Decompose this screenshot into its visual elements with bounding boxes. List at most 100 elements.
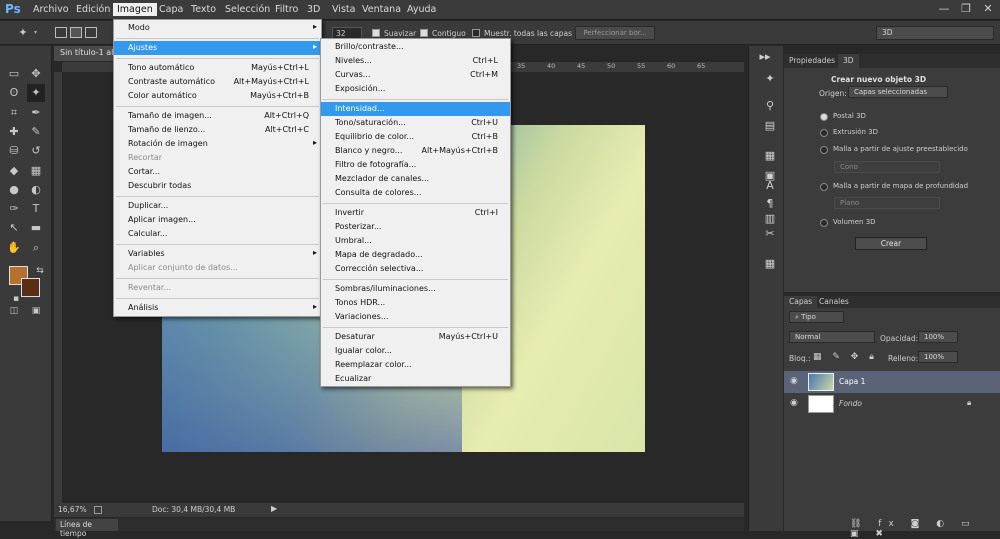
- source-select[interactable]: Capas seleccionadas: [848, 86, 948, 98]
- menu-item[interactable]: Cortar...: [114, 165, 321, 179]
- tab-channels[interactable]: Canales: [814, 296, 854, 308]
- dodge-tool-icon[interactable]: ◐: [27, 181, 45, 199]
- menu-item[interactable]: Umbral...: [321, 234, 510, 248]
- swatches-icon[interactable]: ▦: [760, 255, 780, 273]
- lasso-tool-icon[interactable]: ʘ: [5, 84, 23, 102]
- menu-item[interactable]: Niveles... Ctrl+L: [321, 54, 510, 68]
- menu-ventana[interactable]: Ventana: [358, 3, 405, 16]
- menu-ayuda[interactable]: Ayuda: [403, 3, 440, 16]
- radio-option[interactable]: [820, 146, 828, 154]
- menu-item[interactable]: Color automático Mayús+Ctrl+B: [114, 89, 321, 103]
- minimize-button[interactable]: —: [935, 2, 953, 16]
- tab-3d[interactable]: 3D: [838, 54, 859, 68]
- layers-footer-icons[interactable]: ⛓ fx ◙ ◐ ▭ ▣ ✖: [850, 519, 1000, 539]
- sample-all-checkbox[interactable]: [472, 29, 480, 37]
- menu-item[interactable]: Aplicar imagen...: [114, 213, 321, 227]
- menu-vista[interactable]: Vista: [328, 3, 359, 16]
- menu-item[interactable]: Tono automático Mayús+Ctrl+L: [114, 61, 321, 75]
- menu-filtro[interactable]: Filtro: [271, 3, 302, 16]
- hand-tool-icon[interactable]: ✋: [5, 239, 23, 257]
- menu-item[interactable]: Tonos HDR...: [321, 296, 510, 310]
- restore-button[interactable]: ❐: [957, 2, 975, 16]
- layer-row[interactable]: ◉ Capa 1: [784, 371, 1000, 393]
- doc-info-icon[interactable]: [94, 506, 102, 514]
- menu-item[interactable]: Análisis ▸: [114, 301, 321, 315]
- menu-item[interactable]: Intensidad...: [321, 102, 510, 116]
- eyedropper-tool-icon[interactable]: ✒: [27, 104, 45, 122]
- screen-mode-icon[interactable]: ▣: [27, 302, 45, 320]
- marquee-tool-icon[interactable]: ▭: [5, 65, 23, 83]
- menu-item[interactable]: Ecualizar: [321, 372, 510, 386]
- menu-item[interactable]: Duplicar...: [114, 199, 321, 213]
- menu-item[interactable]: Recortar: [114, 151, 321, 165]
- quick-mask-icon[interactable]: ◫: [5, 302, 23, 320]
- menu-item[interactable]: Tamaño de imagen... Alt+Ctrl+Q: [114, 109, 321, 123]
- blur-tool-icon[interactable]: ●: [5, 181, 23, 199]
- path-select-icon[interactable]: ↖: [5, 219, 23, 237]
- layer-filter-select[interactable]: ⌕ Tipo: [789, 311, 844, 323]
- antialias-checkbox[interactable]: [372, 29, 380, 37]
- menu-capa[interactable]: Capa: [155, 3, 187, 16]
- status-arrow-icon[interactable]: ▶: [271, 504, 277, 513]
- new-selection-icon[interactable]: [55, 27, 67, 38]
- zoom-tool-icon[interactable]: ⌕: [27, 239, 45, 257]
- adjustments-icon[interactable]: ▦: [760, 147, 780, 165]
- menu-seleccion[interactable]: Selección: [221, 3, 274, 16]
- history-brush-icon[interactable]: ↺: [27, 142, 45, 160]
- menu-item[interactable]: Consulta de colores...: [321, 186, 510, 200]
- menu-item[interactable]: Reventar...: [114, 281, 321, 295]
- layer-name[interactable]: Capa 1: [839, 377, 865, 386]
- move-tool-icon[interactable]: ✥: [27, 65, 45, 83]
- add-selection-icon[interactable]: [70, 27, 82, 38]
- lock-icons[interactable]: ▦ ✎ ✥ 🔒︎: [813, 352, 878, 362]
- menu-item[interactable]: Tamaño de lienzo... Alt+Ctrl+C: [114, 123, 321, 137]
- menu-item[interactable]: Mezclador de canales...: [321, 172, 510, 186]
- background-color-swatch[interactable]: [21, 278, 40, 297]
- eye-icon[interactable]: ◉: [790, 398, 798, 408]
- menu-item[interactable]: Aplicar conjunto de datos...: [114, 261, 321, 275]
- magic-wand-tool-icon[interactable]: ✦: [27, 84, 45, 103]
- close-button[interactable]: ✕: [979, 2, 997, 16]
- menu-texto[interactable]: Texto: [187, 3, 220, 16]
- menu-edicion[interactable]: Edición: [72, 3, 114, 16]
- menu-item[interactable]: Sombras/iluminaciones...: [321, 282, 510, 296]
- menu-item[interactable]: Invertir Ctrl+I: [321, 206, 510, 220]
- tab-properties[interactable]: Propiedades: [784, 54, 840, 68]
- character-icon[interactable]: A: [760, 177, 780, 195]
- menu-item[interactable]: Equilibrio de color... Ctrl+B: [321, 130, 510, 144]
- menu-item[interactable]: Filtro de fotografía...: [321, 158, 510, 172]
- menu-item[interactable]: Posterizar...: [321, 220, 510, 234]
- create-button[interactable]: Crear: [855, 237, 927, 250]
- menu-item[interactable]: Desaturar Mayús+Ctrl+U: [321, 330, 510, 344]
- radio-option[interactable]: [820, 113, 828, 121]
- layer-row[interactable]: ◉ Fondo 🔒︎: [784, 393, 1000, 415]
- menu-item[interactable]: Igualar color...: [321, 344, 510, 358]
- menu-item[interactable]: Contraste automático Alt+Mayús+Ctrl+L: [114, 75, 321, 89]
- menu-item[interactable]: Variaciones...: [321, 310, 510, 324]
- eye-icon[interactable]: ◉: [790, 376, 798, 386]
- history-icon[interactable]: ✦: [760, 70, 780, 88]
- layer-name[interactable]: Fondo: [839, 399, 862, 408]
- magic-wand-tool-preset-icon[interactable]: ✦: [14, 24, 32, 42]
- crop-tool-icon[interactable]: ⌗: [5, 104, 23, 122]
- timeline-tab[interactable]: Línea de tiempo: [56, 519, 118, 538]
- tab-layers[interactable]: Capas: [784, 296, 818, 308]
- menu-item[interactable]: Tono/saturación... Ctrl+U: [321, 116, 510, 130]
- menu-imagen[interactable]: Imagen: [113, 3, 157, 16]
- layer-comps-icon[interactable]: ▤: [760, 117, 780, 135]
- radio-option[interactable]: [820, 129, 828, 137]
- eraser-tool-icon[interactable]: ◆: [5, 162, 23, 180]
- menu-item[interactable]: Mapa de degradado...: [321, 248, 510, 262]
- menu-item[interactable]: Brillo/contraste...: [321, 40, 510, 54]
- zoom-level[interactable]: 16,67%: [58, 505, 87, 514]
- chevron-down-icon[interactable]: ▾: [34, 29, 37, 36]
- preset-select[interactable]: Cono: [834, 161, 940, 173]
- radio-option[interactable]: [820, 219, 828, 227]
- brush-tool-icon[interactable]: ✎: [27, 123, 45, 141]
- menu-item[interactable]: Corrección selectiva...: [321, 262, 510, 276]
- refine-edge-button[interactable]: Perfeccionar bor...: [575, 26, 655, 40]
- type-tool-icon[interactable]: T: [27, 200, 45, 218]
- panel-collapse-icon[interactable]: ▸▸: [755, 48, 775, 66]
- blend-mode-select[interactable]: Normal: [789, 331, 875, 343]
- gradient-tool-icon[interactable]: ▦: [27, 162, 45, 180]
